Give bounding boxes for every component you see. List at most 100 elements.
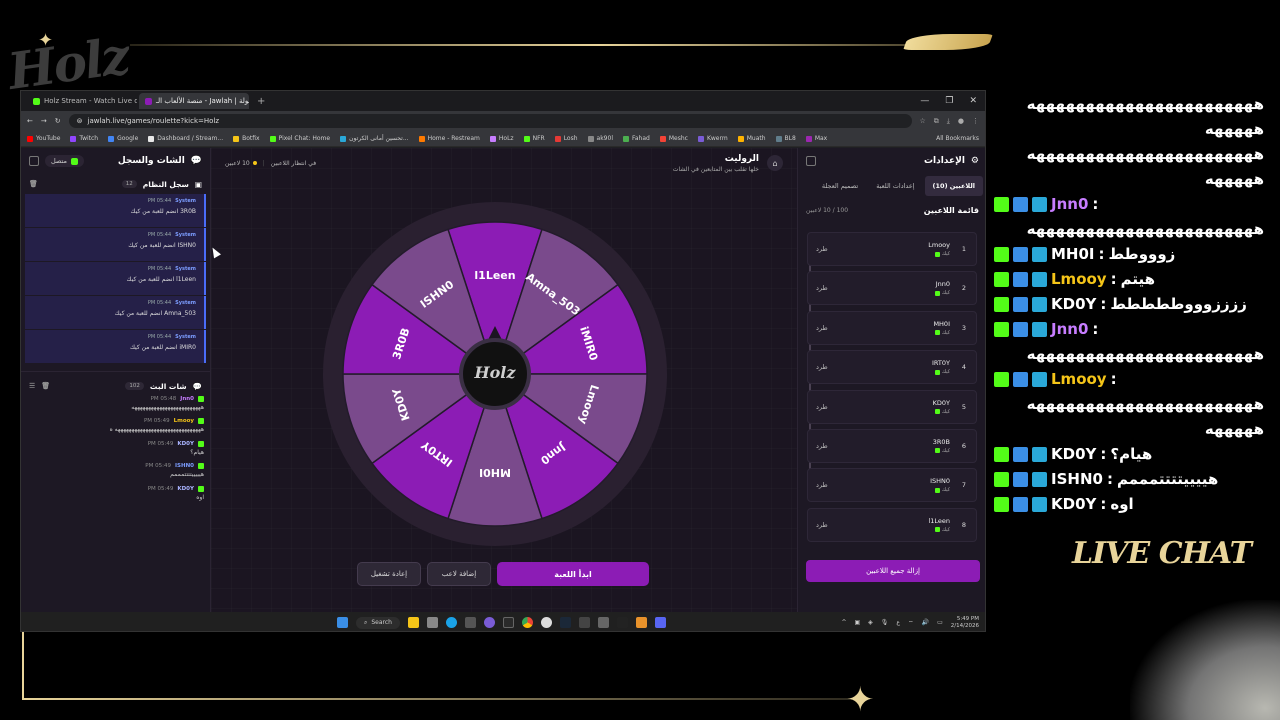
player-name-block: Lmooy كيك	[928, 241, 950, 257]
language-indicator[interactable]: ع	[896, 619, 900, 626]
kick-player-button[interactable]: طرد	[816, 442, 828, 450]
volume-icon[interactable]: 🔊	[922, 619, 929, 626]
discord-icon[interactable]	[655, 617, 666, 628]
overlay-username: Lmooy	[1051, 370, 1107, 388]
bookmark-item[interactable]: BL8	[775, 135, 796, 142]
bookmark-item[interactable]: Botfix	[233, 135, 260, 142]
kick-player-button[interactable]: طرد	[816, 363, 828, 371]
app-icon[interactable]	[484, 617, 495, 628]
message-text: هههههههههههههههههههههههههههههههه ه	[109, 426, 204, 434]
filter-icon[interactable]: ☰	[29, 382, 35, 390]
tab-jawlah[interactable]: منصة الألعاب الـ - Jawlah | جولة×	[139, 93, 249, 109]
download-icon[interactable]: ⤓	[947, 117, 950, 126]
tray-icon[interactable]: ▣	[854, 619, 860, 626]
bookmark-item[interactable]: Muath	[737, 135, 766, 142]
minimize-icon[interactable]: —	[920, 96, 929, 106]
store-icon[interactable]	[427, 617, 438, 628]
home-icon: ⌂	[772, 158, 778, 168]
page-title: الروليت	[724, 153, 759, 164]
steam-icon[interactable]	[560, 617, 571, 628]
restart-button[interactable]: إعادة تشغيل	[357, 562, 421, 586]
tab-game-settings[interactable]: إعدادات اللعبة	[868, 176, 922, 196]
kick-icon	[71, 157, 79, 165]
edge-icon[interactable]	[446, 617, 457, 628]
forward-icon[interactable]: →	[41, 117, 47, 125]
app-icon[interactable]	[598, 617, 609, 628]
app-icon[interactable]	[579, 617, 590, 628]
colon: :	[1110, 270, 1117, 288]
kick-player-button[interactable]: طرد	[816, 403, 828, 411]
trash-icon[interactable]: 🗑	[41, 382, 50, 390]
mic-icon[interactable]: 🎙	[881, 619, 889, 626]
bookmark-star-icon[interactable]: ☆	[920, 117, 926, 126]
bookmark-item[interactable]: Dashboard / Stream...	[148, 135, 223, 142]
bookmark-item[interactable]: Pixel Chat: Home	[269, 135, 330, 142]
bookmark-item[interactable]: YouTube	[27, 135, 60, 142]
start-icon[interactable]	[337, 617, 348, 628]
app-icon[interactable]	[636, 617, 647, 628]
bookmark-item[interactable]: تحسين أمانى الكرتون...	[340, 135, 409, 142]
collapse-panel-icon[interactable]	[29, 156, 39, 166]
badge-icon	[1013, 447, 1028, 462]
app-icon[interactable]	[617, 617, 628, 628]
roulette-wheel[interactable]: l1Leen Amna_503iMIR0LmooyJnn0MH0IIRT0YKD0…	[323, 202, 667, 546]
wifi-icon[interactable]: ⌔	[908, 619, 914, 627]
bookmark-item[interactable]: ak90l	[587, 135, 613, 142]
tab-holz-stream[interactable]: Holz Stream - Watch Live on Ki×	[27, 93, 137, 109]
kick-player-button[interactable]: طرد	[816, 284, 828, 292]
maximize-icon[interactable]: ❐	[945, 96, 953, 106]
message-text: Amna_503 انضم للعبة من كيك	[114, 310, 196, 317]
site-info-icon[interactable]: ⊜	[77, 117, 83, 125]
clear-players-button[interactable]: إزالة جميع اللاعبين	[806, 560, 980, 582]
chevron-up-icon[interactable]: ^	[841, 619, 846, 626]
taskbar-search[interactable]: ⌕ Search	[356, 616, 400, 629]
bookmark-item[interactable]: Losh	[554, 135, 578, 142]
wheel-segment-label: MH0I	[479, 466, 511, 479]
start-game-button[interactable]: ابدأ اللعبة	[497, 562, 649, 586]
tab-players[interactable]: اللاعبين (10)	[924, 176, 983, 196]
tab-bar: Holz Stream - Watch Live on Ki× منصة الأ…	[21, 91, 985, 111]
bookmark-item[interactable]: Fahad	[622, 135, 650, 142]
all-bookmarks[interactable]: All Bookmarks	[936, 135, 979, 142]
kick-player-button[interactable]: طرد	[816, 481, 828, 489]
home-button[interactable]: ⌂	[767, 155, 783, 171]
message-meta: System PM 05:44	[33, 334, 196, 340]
trash-icon[interactable]: 🗑	[29, 180, 38, 188]
profile-icon[interactable]: ●	[958, 117, 964, 126]
extension-icon[interactable]: ⧉	[934, 117, 939, 126]
chrome-icon[interactable]	[522, 617, 533, 628]
bookmark-item[interactable]: Max	[805, 135, 827, 142]
bookmark-item[interactable]: Twitch	[70, 135, 98, 142]
kick-player-button[interactable]: طرد	[816, 245, 828, 253]
menu-icon[interactable]: ⋮	[972, 117, 979, 126]
url-field[interactable]: ⊜ jawlah.live/games/roulette?kick=Holz	[68, 114, 912, 128]
badge-icon	[1032, 472, 1047, 487]
kick-player-button[interactable]: طرد	[816, 324, 828, 332]
app-icon[interactable]	[503, 617, 514, 628]
message-author: KD0Y	[177, 440, 194, 447]
add-player-button[interactable]: إضافة لاعب	[427, 562, 491, 586]
bookmark-item[interactable]: Google	[108, 135, 138, 142]
clock[interactable]: 5:49 PM 2/14/2026	[951, 616, 979, 629]
folder-icon[interactable]	[408, 617, 419, 628]
close-window-icon[interactable]: ✕	[969, 96, 977, 106]
back-icon[interactable]: ←	[27, 117, 33, 125]
reload-icon[interactable]: ↻	[55, 117, 61, 125]
bookmark-item[interactable]: Home - Restream	[418, 135, 480, 142]
bookmark-item[interactable]: Meshc	[659, 135, 688, 142]
message-author: ISHN0	[174, 463, 194, 470]
bookmark-item[interactable]: Kwerm	[697, 135, 728, 142]
tray-icon[interactable]: ◈	[868, 619, 873, 626]
obs-icon[interactable]	[541, 617, 552, 628]
bookmark-item[interactable]: HoLz	[489, 135, 514, 142]
kick-player-button[interactable]: طرد	[816, 521, 828, 529]
collapse-panel-icon[interactable]	[806, 156, 816, 166]
battery-icon[interactable]: ▭	[937, 619, 943, 626]
tab-wheel-design[interactable]: تصميم العجلة	[814, 176, 866, 196]
chat-icon: 💬	[192, 381, 202, 391]
bookmark-item[interactable]: NFR	[523, 135, 545, 142]
message-text: 3R0B انضم للعبة من كيك	[130, 208, 196, 215]
new-tab-button[interactable]: +	[251, 96, 271, 107]
app-icon[interactable]	[465, 617, 476, 628]
message-meta: System PM 05:44	[33, 198, 196, 204]
